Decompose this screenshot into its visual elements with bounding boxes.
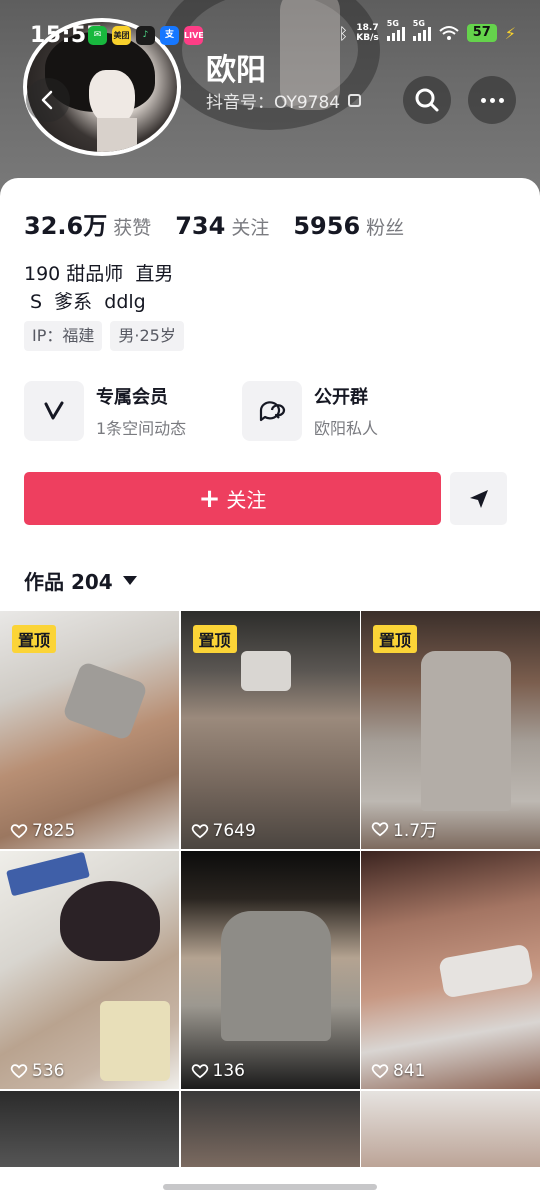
home-indicator[interactable] [163,1184,377,1190]
profile-card: 32.6万 获赞 734 关注 5956 粉丝 190 甜品师 直男 S 爹系 … [0,178,540,1200]
post-thumbnail[interactable] [361,1091,540,1167]
like-count: 136 [191,1061,245,1081]
pinned-badge: 置顶 [12,625,57,653]
group-chat-icon [242,381,302,441]
like-count: 7649 [191,821,256,841]
send-icon [469,489,488,508]
membership-icon [24,381,84,441]
copy-icon[interactable] [348,94,362,107]
status-right: ᛒ 18.7 KB/s 5G 5G 57 ⚡ [338,19,516,43]
message-button[interactable] [450,472,507,525]
wechat-icon: ✉ [88,26,107,45]
alipay-icon: 支 [160,26,179,45]
profile-page: 欧阳 抖音号：OY9784 15:57 ✉ 美团 ♪ 支 LIVE ᛒ 18.7… [0,0,540,1200]
post-thumbnail[interactable]: 536 [0,851,179,1089]
heart-icon [191,1064,208,1079]
back-button[interactable] [26,78,70,122]
feature-row: 专属会员 1条空间动态 公开群 欧阳私人 [24,381,460,441]
more-button[interactable] [468,76,516,124]
charging-icon: ⚡ [504,23,516,43]
signal-icon: 5G [412,19,431,41]
search-icon [415,88,439,112]
gender-age-tag: 男·25岁 [110,321,184,351]
post-thumbnail[interactable] [180,1091,360,1167]
post-thumbnail[interactable]: 841 [361,851,540,1089]
chevron-down-icon [122,576,137,585]
music-icon: ♪ [136,26,155,45]
heart-icon [10,824,28,839]
meituan-icon: 美团 [112,26,131,45]
group-entry[interactable]: 公开群 欧阳私人 [242,381,460,441]
bluetooth-icon: ᛒ [338,23,349,43]
heart-icon [371,1064,389,1079]
status-bar: 15:57 ✉ 美团 ♪ 支 LIVE ᛒ 18.7 KB/s 5G 5G 57… [0,0,540,72]
profile-tags: IP：福建 男·25岁 [24,321,184,351]
signal-icon: 5G [386,19,405,41]
chevron-left-icon [41,90,53,110]
ip-tag: IP：福建 [24,321,103,351]
bio: 190 甜品师 直男 S 爹系 ddlg [24,263,174,313]
pinned-badge: 置顶 [192,625,237,653]
douyin-id[interactable]: 抖音号：OY9784 [206,88,362,113]
plus-icon: + [198,483,221,514]
notification-icons: ✉ 美团 ♪ 支 LIVE [88,26,204,45]
post-thumbnail[interactable]: 置顶 7649 [180,611,360,849]
membership-entry[interactable]: 专属会员 1条空间动态 [24,381,242,441]
like-count: 1.7万 [371,816,437,841]
live-icon: LIVE [184,26,204,45]
net-speed: 18.7 KB/s [356,23,379,43]
like-count: 536 [10,1061,64,1081]
like-count: 841 [371,1061,425,1081]
heart-icon [371,821,389,836]
post-thumbnail[interactable] [0,1091,179,1167]
search-button[interactable] [403,76,451,124]
stat-following[interactable]: 734 关注 [175,212,269,240]
heart-icon [10,1064,28,1079]
more-icon [480,97,504,103]
battery-indicator: 57 [466,24,497,42]
wifi-icon [439,26,459,40]
post-thumbnail[interactable]: 置顶 1.7万 [361,611,540,849]
works-tab[interactable]: 作品 204 [24,566,137,595]
post-thumbnail[interactable]: 置顶 7825 [0,611,179,849]
stat-followers[interactable]: 5956 粉丝 [293,212,404,240]
stat-likes[interactable]: 32.6万 获赞 [24,206,151,241]
post-thumbnail[interactable]: 136 [180,851,360,1089]
follow-button[interactable]: + 关注 [24,472,441,525]
like-count: 7825 [10,821,75,841]
douyin-id-text: 抖音号：OY9784 [206,93,341,113]
pinned-badge: 置顶 [373,625,418,653]
heart-icon [191,824,208,839]
works-grid: 置顶 7825 置顶 7649 置顶 1.7万 536 136 841 [0,611,540,1167]
stats-row: 32.6万 获赞 734 关注 5956 粉丝 [24,206,404,241]
